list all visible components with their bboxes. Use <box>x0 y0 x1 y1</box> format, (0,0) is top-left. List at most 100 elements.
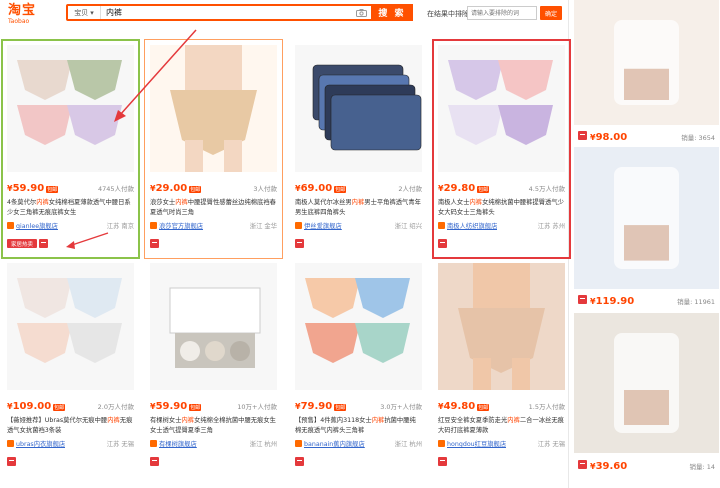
product-image[interactable] <box>7 263 134 390</box>
exclude-confirm-button[interactable]: 确定 <box>540 6 562 20</box>
promo-badge: 包邮 <box>189 186 202 193</box>
product-card[interactable]: ¥59.90 包邮 10万+人付款 有棵树女士内裤女纯棉全棉抗菌中腰无痕女生女士… <box>145 258 282 476</box>
product-card[interactable]: ¥29.80 包邮 4.5万人付款 南极人女士内裤女纯棉抗菌中腰裤提臀透气少女大… <box>432 39 571 259</box>
promo-badge: 包邮 <box>189 404 202 411</box>
taobao-logo[interactable]: 淘宝 Taobao <box>8 4 48 26</box>
shop-link[interactable]: 浪莎官方旗舰店 <box>159 221 203 230</box>
product-title[interactable]: 【薇娅推荐】Ubras莫代尔无痕中腰内裤无痕透气女抗菌裆3条装 <box>7 416 134 436</box>
product-title[interactable]: 有棵树女士内裤女纯棉全棉抗菌中腰无痕女生女士透气提臀夏季三角 <box>150 416 277 436</box>
search-scope-select[interactable]: 宝贝 ▾ <box>68 6 101 19</box>
tmall-icon[interactable] <box>39 239 48 248</box>
deal-count: 4.5万人付款 <box>528 185 565 193</box>
deal-count: 3人付款 <box>253 185 277 193</box>
product-card[interactable]: ¥59.90 包邮 4745人付款 4条莫代尔内裤女纯棉裆夏薄款透气中腰日系少女… <box>1 39 140 259</box>
product-card[interactable]: ¥69.00 包邮 2人付款 南极人莫代尔冰丝男内裤男士平角裤透气青年男生底裤四… <box>290 40 427 258</box>
ad-image[interactable] <box>574 147 719 289</box>
product-price: ¥59.90 <box>7 183 45 194</box>
product-title[interactable]: 红豆安全裤女夏季防走光内裤二合一冰丝无痕大码打底裤夏薄款 <box>438 416 565 436</box>
shop-location: 江苏 南京 <box>106 223 134 230</box>
ad-price: ¥119.90 <box>590 296 635 307</box>
product-title[interactable]: 南极人莫代尔冰丝男内裤男士平角裤透气青年男生底裤四角裤头 <box>295 198 422 218</box>
product-card[interactable]: ¥79.90 包邮 3.0万+人付款 【预售】4件蕉内3118女士内裤抗菌中腰纯… <box>290 258 427 476</box>
product-card[interactable]: ¥49.80 包邮 1.5万人付款 红豆安全裤女夏季防走光内裤二合一冰丝无痕大码… <box>433 258 570 476</box>
shop-link[interactable]: ubras内衣旗舰店 <box>16 439 65 448</box>
ad-sales-count: 销量: 11961 <box>677 298 715 306</box>
shop-link[interactable]: qianlee旗舰店 <box>16 221 58 230</box>
tmall-icon[interactable] <box>150 239 159 248</box>
product-title[interactable]: 【预售】4件蕉内3118女士内裤抗菌中腰纯棉无痕透气内裤头三角裤 <box>295 416 422 436</box>
product-image[interactable] <box>295 263 422 390</box>
promo-badge: 包邮 <box>334 186 347 193</box>
shop-icon <box>150 222 157 229</box>
shop-location: 江苏 苏州 <box>537 223 565 230</box>
product-title[interactable]: 4条莫代尔内裤女纯棉裆夏薄款透气中腰日系少女三角裤无痕底裤女生 <box>7 198 134 218</box>
shop-location: 江苏 无锡 <box>537 441 565 448</box>
product-image[interactable] <box>438 45 565 172</box>
shop-link[interactable]: 伊丝爱旗舰店 <box>304 221 342 230</box>
product-image[interactable] <box>7 45 134 172</box>
tmall-icon[interactable] <box>295 239 304 248</box>
ad-item[interactable]: ¥119.90 销量: 11961 <box>574 147 719 311</box>
ad-image[interactable] <box>574 313 719 453</box>
chevron-down-icon: ▾ <box>90 8 94 17</box>
shop-icon <box>295 222 302 229</box>
product-price: ¥79.90 <box>295 401 333 412</box>
product-card[interactable]: ¥29.00 包邮 3人付款 浪莎女士内裤中腰提臀性感蕾丝边纯棉底裆春夏透气时尚… <box>144 39 283 259</box>
promo-badge: 包邮 <box>46 186 59 193</box>
product-title[interactable]: 浪莎女士内裤中腰提臀性感蕾丝边纯棉底裆春夏透气时尚三角 <box>150 198 277 218</box>
shop-location: 浙江 杭州 <box>249 441 277 448</box>
shop-location: 浙江 绍兴 <box>394 223 422 230</box>
shop-location: 浙江 金华 <box>249 223 277 230</box>
product-card[interactable]: ¥109.00 包邮 2.0万人付款 【薇娅推荐】Ubras莫代尔无痕中腰内裤无… <box>2 258 139 476</box>
tmall-icon[interactable] <box>150 457 159 466</box>
shop-link[interactable]: 南极人纺织旗舰店 <box>447 221 497 230</box>
product-image[interactable] <box>150 263 277 390</box>
product-title[interactable]: 南极人女士内裤女纯棉抗菌中腰裤提臀透气少女大码女士三角裤头 <box>438 198 565 218</box>
deal-count: 2.0万人付款 <box>97 403 134 411</box>
shop-icon <box>7 440 14 447</box>
tmall-icon <box>578 131 587 140</box>
ad-sales-count: 销量: 14 <box>689 463 715 471</box>
tmall-icon[interactable] <box>438 239 447 248</box>
shop-icon <box>438 440 445 447</box>
product-price: ¥29.00 <box>150 183 188 194</box>
product-price: ¥109.00 <box>7 401 52 412</box>
tmall-icon[interactable] <box>7 457 16 466</box>
ad-price: ¥98.00 <box>590 132 628 143</box>
product-image[interactable] <box>438 263 565 390</box>
tmall-icon <box>578 295 587 304</box>
category-tag[interactable]: 家居热卖 <box>7 239 37 248</box>
promo-badge: 包邮 <box>477 186 490 193</box>
search-scope-label: 宝贝 <box>74 8 89 17</box>
search-button[interactable]: 搜 索 <box>371 4 413 21</box>
camera-icon[interactable] <box>355 8 367 17</box>
product-image[interactable] <box>150 45 277 172</box>
deal-count: 1.5万人付款 <box>528 403 565 411</box>
promo-badge: 包邮 <box>334 404 347 411</box>
product-price: ¥49.80 <box>438 401 476 412</box>
tmall-icon[interactable] <box>295 457 304 466</box>
product-price: ¥29.80 <box>438 183 476 194</box>
deal-count: 3.0万+人付款 <box>380 403 422 411</box>
shop-link[interactable]: bananain蕉内旗舰店 <box>304 439 365 448</box>
shop-link[interactable]: 有棵树旗舰店 <box>159 439 197 448</box>
product-image[interactable] <box>295 45 422 172</box>
ad-sales-count: 销量: 3654 <box>681 134 715 142</box>
search-input[interactable] <box>101 6 355 19</box>
ad-image[interactable] <box>574 0 719 125</box>
product-price: ¥69.00 <box>295 183 333 194</box>
promo-badge: 包邮 <box>53 404 66 411</box>
deal-count: 2人付款 <box>398 185 422 193</box>
search-bar: 宝贝 ▾ 搜 索 <box>66 4 413 21</box>
shop-icon <box>438 222 445 229</box>
exclude-label: 在结果中排除 <box>427 10 469 18</box>
promo-badge: 包邮 <box>477 404 490 411</box>
tmall-icon[interactable] <box>438 457 447 466</box>
ad-item[interactable]: ¥98.00 销量: 3654 <box>574 0 719 147</box>
logo-text-cn: 淘宝 <box>8 3 37 18</box>
shop-link[interactable]: hongdou红豆旗舰店 <box>447 439 506 448</box>
shop-location: 江苏 无锡 <box>106 441 134 448</box>
ad-item[interactable]: ¥39.60 销量: 14 <box>574 313 719 476</box>
shop-icon <box>7 222 14 229</box>
exclude-input[interactable] <box>467 6 537 20</box>
